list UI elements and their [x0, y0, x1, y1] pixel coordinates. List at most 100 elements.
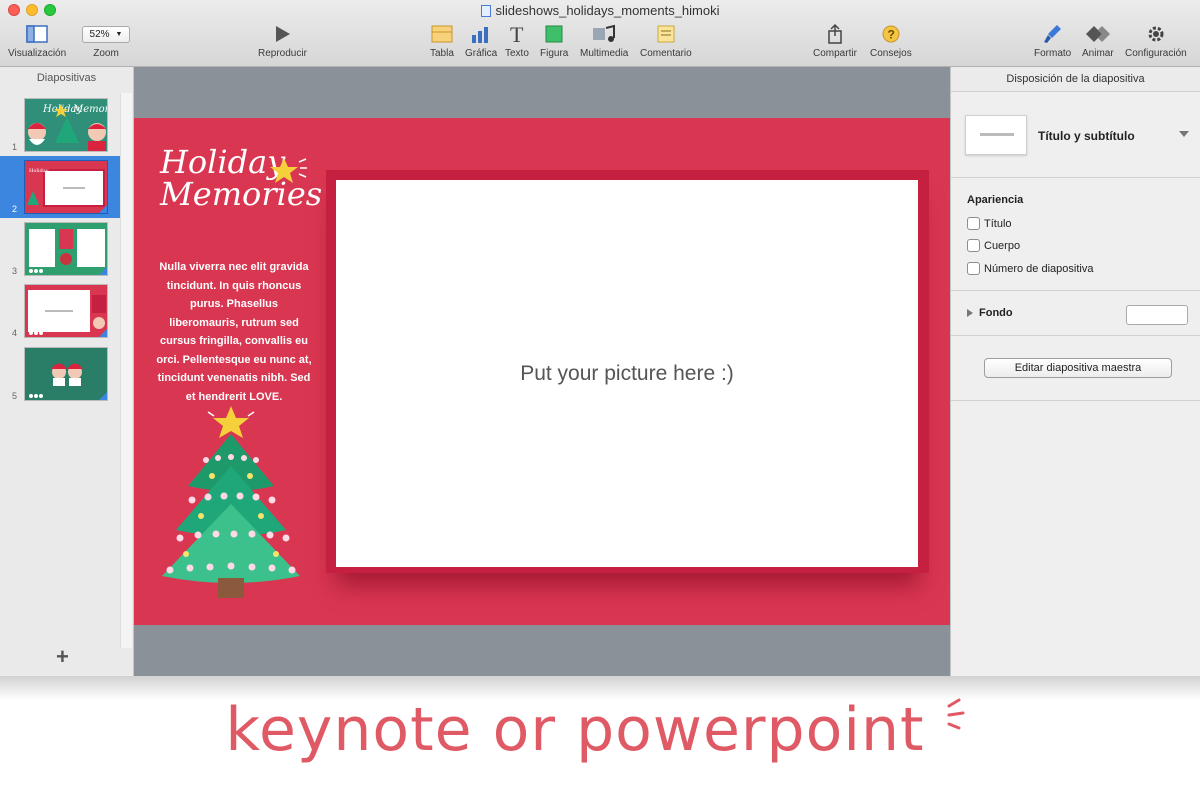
media-button[interactable]: Multimedia [580, 22, 628, 59]
inspector-header: Disposición de la diapositiva [951, 67, 1200, 92]
text-label: Texto [505, 48, 529, 59]
comment-label: Comentario [640, 48, 692, 59]
slide-body-text[interactable]: Nulla viverra nec elit gravida tincidunt… [154, 258, 314, 406]
play-label: Reproducir [258, 48, 307, 59]
slide-number-checkbox-label: Número de diapositiva [984, 262, 1094, 275]
current-slide[interactable]: Holiday Memories Nulla viverra nec elit … [134, 118, 950, 625]
gear-icon [1146, 22, 1166, 46]
slide-1-preview: Holiday Memories [24, 98, 108, 152]
titlebar: slideshows_holidays_moments_himoki Visua… [0, 0, 1200, 67]
slide-thumbnail-2[interactable]: 2 Holiday [0, 156, 120, 218]
body-checkbox[interactable] [967, 239, 980, 252]
document-title: slideshows_holidays_moments_himoki [0, 3, 1200, 18]
zoom-label: Zoom [93, 48, 119, 59]
chevron-down-icon[interactable] [1179, 131, 1189, 137]
layout-thumbnail [965, 115, 1027, 155]
layout-selector[interactable]: Título y subtítulo [951, 93, 1200, 178]
sparkle-icon [947, 698, 965, 730]
slide-thumbnail-4[interactable]: 4 [0, 280, 120, 342]
picture-placeholder[interactable]: Put your picture here :) [336, 180, 918, 567]
paintbrush-icon [1043, 22, 1063, 46]
share-label: Compartir [813, 48, 857, 59]
chart-button[interactable]: Gráfica [465, 22, 497, 59]
view-label: Visualización [8, 48, 67, 59]
background-disclosure[interactable]: Fondo [967, 307, 1013, 319]
table-label: Tabla [430, 48, 454, 59]
layout-thumbnail-line [980, 133, 1014, 136]
document-icon [480, 5, 491, 17]
divider [951, 290, 1200, 291]
svg-text:?: ? [887, 28, 894, 42]
sidebar-view-icon [26, 22, 48, 46]
body-checkbox-label: Cuerpo [984, 239, 1021, 252]
music-note-icon [592, 22, 616, 46]
slide-canvas: Holiday Memories Nulla viverra nec elit … [134, 67, 950, 676]
caption-text: keynote or powerpoint [0, 695, 1200, 765]
slide-number: 1 [12, 142, 18, 152]
play-icon [273, 22, 291, 46]
text-button[interactable]: T Texto [505, 22, 529, 59]
background-label: Fondo [979, 307, 1013, 319]
slide-thumbnail-5[interactable]: 5 [0, 343, 120, 405]
view-button[interactable]: Visualización [8, 22, 66, 59]
layout-name: Título y subtítulo [1038, 129, 1135, 143]
help-icon: ? [881, 22, 901, 46]
slide-2-preview: Holiday [24, 160, 108, 214]
setup-label: Configuración [1125, 48, 1187, 59]
navigator-title: Diapositivas [36, 72, 97, 84]
zoom-value: 52% [89, 29, 110, 40]
comment-icon [656, 22, 676, 46]
christmas-tree-illustration [162, 406, 300, 598]
comment-button[interactable]: Comentario [640, 22, 692, 59]
slide-number-checkbox-row[interactable]: Número de diapositiva [967, 262, 1093, 275]
disclosure-triangle-icon [967, 309, 973, 317]
share-icon [825, 22, 845, 46]
placeholder-text: Put your picture here :) [520, 361, 734, 385]
share-button[interactable]: Compartir [813, 22, 857, 59]
divider [951, 400, 1200, 401]
zoom-control[interactable]: 52% ▼ Zoom [82, 22, 130, 59]
slide-number-checkbox[interactable] [967, 262, 980, 275]
title-checkbox-row[interactable]: Título [967, 217, 1012, 230]
tips-button[interactable]: ? Consejos [870, 22, 912, 59]
svg-text:T: T [510, 24, 524, 44]
title-checkbox[interactable] [967, 217, 980, 230]
body-checkbox-row[interactable]: Cuerpo [967, 239, 1020, 252]
bar-chart-icon [470, 22, 492, 46]
format-label: Formato [1034, 48, 1072, 59]
setup-button[interactable]: Configuración [1125, 22, 1187, 59]
format-button[interactable]: Formato [1034, 22, 1071, 59]
chart-label: Gráfica [465, 48, 498, 59]
slide-number: 3 [12, 266, 18, 276]
picture-frame: Put your picture here :) [326, 170, 929, 573]
svg-text:Memories: Memories [72, 104, 108, 115]
animate-icon [1084, 22, 1112, 46]
slide-5-preview [24, 347, 108, 401]
slide-number: 5 [12, 391, 18, 401]
tips-label: Consejos [870, 48, 912, 59]
add-slide-button[interactable]: + [56, 644, 69, 670]
slide-thumbnail-1[interactable]: 1 Holiday Memories [0, 94, 120, 156]
slide-4-preview [24, 284, 108, 338]
animate-label: Animar [1082, 48, 1114, 59]
animate-button[interactable]: Animar [1082, 22, 1114, 59]
divider [951, 335, 1200, 336]
chevron-down-icon: ▼ [115, 31, 123, 38]
edit-master-slide-button[interactable]: Editar diapositiva maestra [984, 358, 1172, 378]
play-button[interactable]: Reproducir [258, 22, 307, 59]
slide-thumbnail-3[interactable]: 3 [0, 218, 120, 280]
document-title-text: slideshows_holidays_moments_himoki [495, 3, 720, 18]
navigator-scrollbar[interactable] [120, 93, 132, 648]
shape-button[interactable]: Figura [540, 22, 568, 59]
table-icon [431, 22, 453, 46]
shape-label: Figura [540, 48, 569, 59]
slide-number: 2 [12, 204, 18, 214]
star-icon [270, 158, 307, 183]
zoom-select[interactable]: 52% ▼ [82, 26, 130, 43]
text-icon: T [507, 22, 527, 46]
table-button[interactable]: Tabla [430, 22, 454, 59]
keynote-window: slideshows_holidays_moments_himoki Visua… [0, 0, 1200, 676]
background-color-well[interactable] [1126, 305, 1188, 325]
caption-words: keynote or powerpoint [225, 695, 925, 765]
slide-number: 4 [12, 328, 18, 338]
